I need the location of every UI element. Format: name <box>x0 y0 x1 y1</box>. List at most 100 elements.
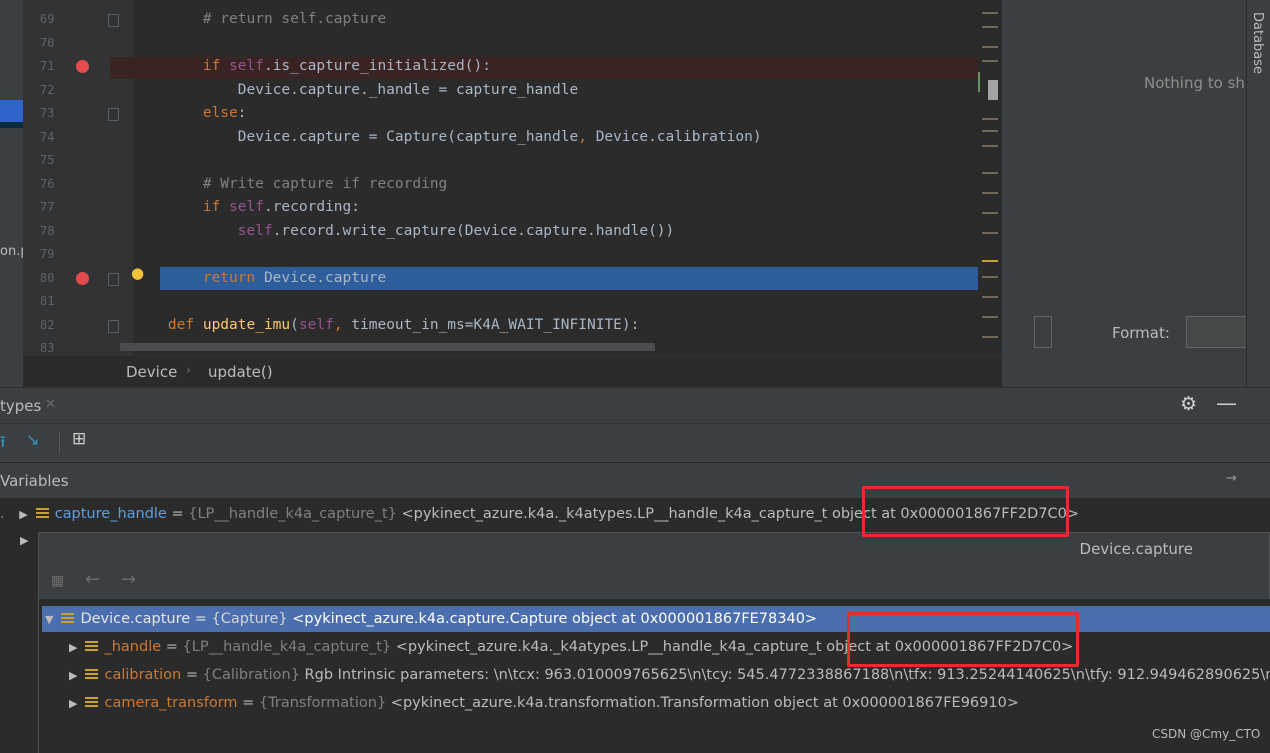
close-tab-icon[interactable]: ✕ <box>45 397 56 412</box>
line-number[interactable]: 74 <box>40 130 74 144</box>
copy-icon[interactable]: ▦ <box>51 573 64 589</box>
code-token: .is_capture_initialized(): <box>263 58 491 74</box>
code-token: return <box>202 269 264 286</box>
code-line[interactable] <box>133 243 1000 266</box>
line-number[interactable]: 77 <box>40 200 74 214</box>
child-eq: = <box>237 695 259 711</box>
code-line[interactable]: Device.capture = Capture(capture_handle,… <box>133 126 1000 149</box>
code-token: Device.capture = Capture(capture_handle <box>133 128 579 145</box>
field-icon <box>35 508 49 519</box>
code-token: update_imu <box>202 316 291 333</box>
child-value: Rgb Intrinsic parameters: \n\tcx: 963.01… <box>299 667 1270 683</box>
line-number[interactable]: 81 <box>40 294 74 308</box>
fold-icon[interactable] <box>108 319 119 333</box>
expand-icon[interactable]: ▶ <box>19 502 27 528</box>
code-line[interactable]: return Device.capture <box>133 267 1000 290</box>
line-number[interactable]: 71 <box>40 59 74 73</box>
code-token: timeout_in_ms=K4A_WAIT_INFINITE): <box>351 316 640 333</box>
format-label: Format: <box>1112 324 1170 342</box>
line-number[interactable]: 73 <box>40 106 74 120</box>
code-token: Device.capture <box>263 269 387 286</box>
restore-layout-icon[interactable]: → <box>1226 471 1237 486</box>
code-line[interactable]: if self.recording: <box>133 196 1000 219</box>
breakpoint-icon[interactable] <box>76 271 89 285</box>
line-number[interactable]: 78 <box>40 224 74 238</box>
code-token: def <box>167 316 203 333</box>
code-line[interactable] <box>133 149 1000 172</box>
child-value: <pykinect_azure.k4a.transformation.Trans… <box>386 695 1019 711</box>
line-number[interactable]: 70 <box>40 36 74 50</box>
value-checkbox[interactable] <box>1034 316 1052 348</box>
breakpoint-icon[interactable] <box>76 60 89 73</box>
code-line[interactable] <box>133 290 1000 313</box>
highlight-box-address <box>847 612 1079 667</box>
code-token: if <box>202 58 230 74</box>
code-token: , <box>578 128 596 145</box>
code-token: # Write capture if recording <box>202 175 448 192</box>
fold-icon[interactable] <box>108 108 119 121</box>
tree-row[interactable]: ▶ calibration = {Calibration} Rgb Intrins… <box>69 662 1270 688</box>
line-number[interactable]: 80 <box>40 271 74 285</box>
expand-icon[interactable]: ▶ <box>69 663 77 689</box>
inspect-popup[interactable]: Device.capture ▦ ← → ▼ Device.capture = {… <box>38 532 1270 753</box>
minimize-icon[interactable]: — <box>1216 391 1237 415</box>
breadcrumb-update[interactable]: update() <box>208 363 273 381</box>
lightbulb-icon[interactable]: ● <box>131 264 144 282</box>
line-number[interactable]: 79 <box>40 247 74 261</box>
line-number[interactable]: 82 <box>40 318 74 332</box>
tree-row[interactable]: ▶ camera_transform = {Transformation} <py… <box>69 690 1019 716</box>
variables-header: Variables → <box>0 462 1270 499</box>
gear-icon[interactable]: ⚙ <box>1180 393 1197 415</box>
database-panel: Nothing to sh Format: <box>1002 0 1249 387</box>
expand-icon[interactable]: ▶ <box>69 691 77 717</box>
child-eq: = <box>161 639 183 655</box>
highlight-box-address <box>862 486 1069 537</box>
expand-icon[interactable]: ▶ <box>20 534 28 547</box>
code-line[interactable]: # Write capture if recording <box>133 173 1000 196</box>
line-number[interactable]: 83 <box>40 341 74 355</box>
code-line[interactable]: self.record.write_capture(Device.capture… <box>133 220 1000 243</box>
evaluate-expression-icon[interactable]: ⊞ <box>72 429 86 449</box>
forward-arrow-icon[interactable]: → <box>121 569 136 590</box>
format-input[interactable] <box>1186 316 1249 348</box>
fold-icon[interactable] <box>108 14 119 27</box>
code-line[interactable]: # return self.capture <box>133 8 1000 31</box>
tree-row-root[interactable]: ▼ Device.capture = {Capture} <pykinect_az… <box>45 606 817 632</box>
code-token: , <box>333 316 352 333</box>
run-to-cursor-icon[interactable]: ↘ <box>26 430 39 449</box>
line-number[interactable]: 76 <box>40 177 74 191</box>
code-line[interactable]: else: <box>133 102 1000 125</box>
child-type: {Transformation} <box>258 695 387 711</box>
code-token: if <box>202 199 230 215</box>
breadcrumb-device[interactable]: Device <box>126 363 177 381</box>
code-line[interactable] <box>133 32 1000 55</box>
horizontal-scrollbar[interactable] <box>120 343 655 351</box>
debug-tab-types[interactable]: types <box>0 397 41 415</box>
line-number[interactable]: 75 <box>40 153 74 167</box>
code-line[interactable]: if self.is_capture_initialized(): <box>133 55 1000 78</box>
step-out-icon[interactable]: ⭱ <box>0 431 6 458</box>
toolbar-separator <box>59 432 60 454</box>
debug-toolbar: ⭱ ↘ ⊞ <box>0 423 1270 462</box>
popup-title: Device.capture <box>1079 540 1193 558</box>
code-line[interactable]: Device.capture._handle = capture_handle <box>133 79 1000 102</box>
database-tab[interactable]: Database <box>1250 12 1265 74</box>
code-token: # return self.capture <box>202 11 387 27</box>
code-token: self <box>237 222 273 239</box>
child-name: camera_transform <box>104 695 238 711</box>
code-token: ( <box>290 316 299 333</box>
fold-icon[interactable] <box>108 272 119 286</box>
code-line[interactable]: def update_imu(self, timeout_in_ms=K4A_W… <box>133 314 1000 337</box>
expand-icon[interactable]: ▶ <box>69 635 77 661</box>
collapse-icon[interactable]: ▼ <box>45 607 53 633</box>
breadcrumb: Device › update() <box>23 355 1003 388</box>
back-arrow-icon[interactable]: ← <box>85 569 100 590</box>
popup-tree[interactable]: ▼ Device.capture = {Capture} <pykinect_az… <box>39 599 1270 753</box>
line-number[interactable]: 69 <box>40 12 74 26</box>
error-stripe[interactable] <box>978 0 1000 355</box>
line-number[interactable]: 72 <box>40 83 74 97</box>
variables-title: Variables <box>0 472 69 490</box>
